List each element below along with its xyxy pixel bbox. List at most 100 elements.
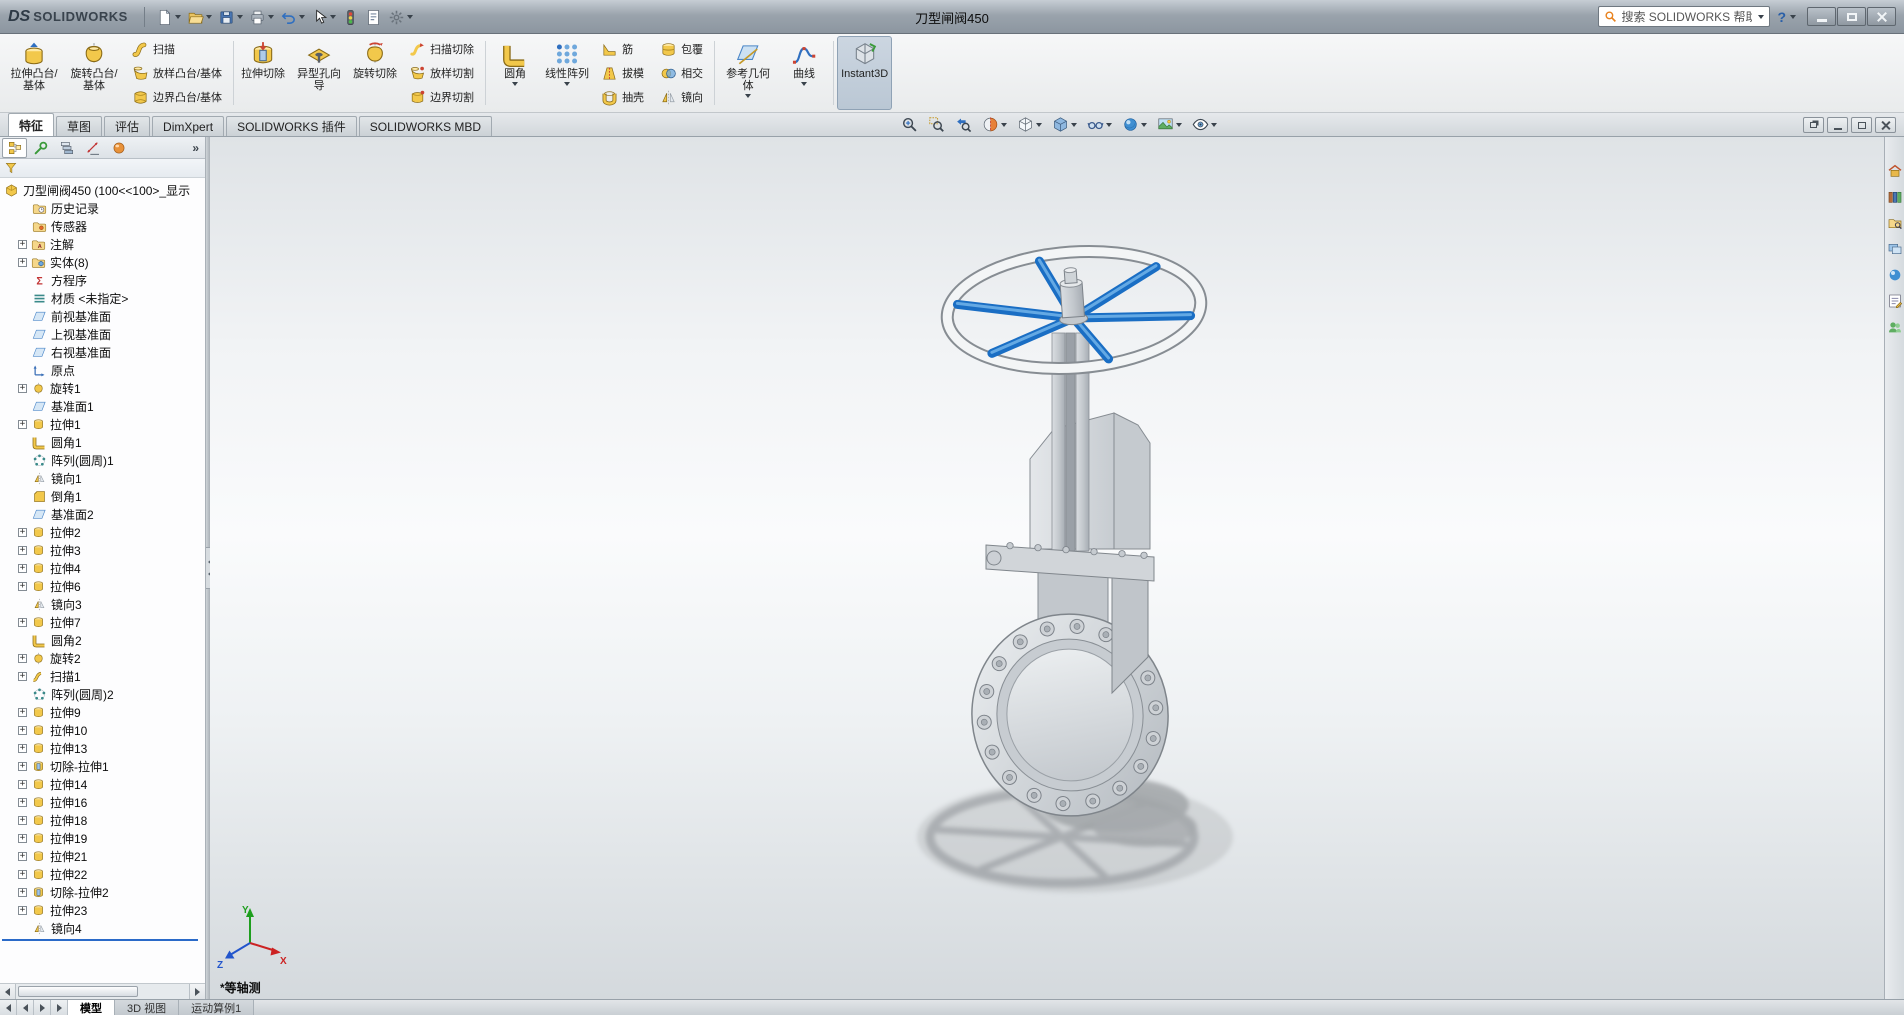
panel-overflow-chevron[interactable]: » <box>192 141 203 155</box>
tree-horizontal-scrollbar[interactable] <box>0 983 205 999</box>
tree-item[interactable]: 右视基准面 <box>0 343 205 361</box>
tree-item[interactable]: +拉伸1 <box>0 415 205 433</box>
expand-icon[interactable]: + <box>18 258 27 267</box>
rebuild-button[interactable] <box>339 5 362 29</box>
revolved-boss-button[interactable]: 旋转凸台/基体 <box>64 36 124 110</box>
expand-icon[interactable]: + <box>18 852 27 861</box>
tree-item[interactable]: +拉伸21 <box>0 847 205 865</box>
hide-show-items-dropdown-caret[interactable] <box>1106 123 1112 127</box>
tree-item[interactable]: +拉伸9 <box>0 703 205 721</box>
open-button[interactable] <box>184 5 215 29</box>
tree-item[interactable]: +拉伸23 <box>0 901 205 919</box>
apply-scene-dropdown-caret[interactable] <box>1176 123 1182 127</box>
loft-button[interactable]: 放样凸台/基体 <box>126 61 228 85</box>
rollback-bar[interactable] <box>2 939 198 941</box>
tree-item[interactable]: +拉伸2 <box>0 523 205 541</box>
view-settings-button[interactable] <box>1188 114 1221 135</box>
graphics-viewport[interactable]: Y X Z *等轴测 <box>210 137 1884 999</box>
property-manager-tab[interactable] <box>28 138 53 158</box>
expand-icon[interactable]: + <box>18 654 27 663</box>
file-explorer-button[interactable] <box>1887 215 1903 231</box>
feature-manager-tab[interactable] <box>2 138 27 158</box>
new-document-dropdown-caret[interactable] <box>175 15 181 19</box>
tree-item[interactable]: +拉伸18 <box>0 811 205 829</box>
tab-scroll-prev-button[interactable] <box>17 1000 34 1015</box>
edit-appearance-button[interactable] <box>1118 114 1151 135</box>
expand-icon[interactable]: + <box>18 672 27 681</box>
reference-geometry-dropdown-caret[interactable] <box>745 94 751 98</box>
tree-item[interactable]: +切除-拉伸1 <box>0 757 205 775</box>
expand-icon[interactable]: + <box>18 240 27 249</box>
expand-icon[interactable]: + <box>18 384 27 393</box>
search-scope-caret[interactable] <box>1758 15 1764 19</box>
fillet-button[interactable]: 圆角 <box>489 36 541 110</box>
zoom-to-area-button[interactable] <box>924 114 949 135</box>
section-view-dropdown-caret[interactable] <box>1001 123 1007 127</box>
expand-icon[interactable]: + <box>18 870 27 879</box>
expand-icon[interactable]: + <box>18 708 27 717</box>
tree-item[interactable]: 镜向4 <box>0 919 205 937</box>
tree-item[interactable]: +旋转1 <box>0 379 205 397</box>
tree-item[interactable]: 原点 <box>0 361 205 379</box>
save-dropdown-caret[interactable] <box>237 15 243 19</box>
tree-item[interactable]: +拉伸16 <box>0 793 205 811</box>
minimize-button[interactable] <box>1807 7 1836 26</box>
help-button[interactable]: ? <box>1777 9 1796 25</box>
tree-item[interactable]: 阵列(圆周)1 <box>0 451 205 469</box>
previous-view-button[interactable] <box>951 114 976 135</box>
tree-item[interactable]: +拉伸14 <box>0 775 205 793</box>
view-orientation-dropdown-caret[interactable] <box>1036 123 1042 127</box>
wrap-button[interactable]: 包覆 <box>654 37 709 61</box>
scroll-thumb[interactable] <box>18 986 138 997</box>
tree-item[interactable]: 镜向1 <box>0 469 205 487</box>
draft-button[interactable]: 拔模 <box>595 61 650 85</box>
tree-item[interactable]: +拉伸3 <box>0 541 205 559</box>
expand-icon[interactable]: + <box>18 582 27 591</box>
extruded-boss-button[interactable]: 拉伸凸台/基体 <box>4 36 64 110</box>
options-dropdown-caret[interactable] <box>407 15 413 19</box>
tree-item[interactable]: 倒角1 <box>0 487 205 505</box>
tree-item[interactable]: +拉伸10 <box>0 721 205 739</box>
expand-icon[interactable]: + <box>18 798 27 807</box>
save-button[interactable] <box>215 5 246 29</box>
scroll-left-button[interactable] <box>0 984 16 999</box>
window-maximize-button[interactable] <box>1851 117 1872 133</box>
tree-item[interactable]: 圆角2 <box>0 631 205 649</box>
help-caret[interactable] <box>1790 15 1796 19</box>
expand-icon[interactable]: + <box>18 816 27 825</box>
boundary-cut-button[interactable]: 边界切割 <box>403 85 480 109</box>
fillet-dropdown-caret[interactable] <box>512 82 518 86</box>
hole-wizard-button[interactable]: 异型孔向导 <box>289 36 349 110</box>
apply-scene-button[interactable] <box>1153 114 1186 135</box>
lofted-cut-button[interactable]: 放样切割 <box>403 61 480 85</box>
tab-features[interactable]: 特征 <box>8 113 54 136</box>
reference-geometry-button[interactable]: 参考几何体 <box>718 36 778 110</box>
tab-evaluate[interactable]: 评估 <box>104 116 150 136</box>
tree-item[interactable]: +拉伸22 <box>0 865 205 883</box>
help-search-box[interactable]: 搜索 SOLIDWORKS 帮助 <box>1598 6 1770 27</box>
instant3d-button[interactable]: Instant3D <box>837 36 892 110</box>
select-button[interactable] <box>308 5 339 29</box>
new-document-button[interactable] <box>153 5 184 29</box>
mirror-button[interactable]: 镜向 <box>654 85 709 109</box>
display-style-dropdown-caret[interactable] <box>1071 123 1077 127</box>
expand-icon[interactable]: + <box>18 762 27 771</box>
tree-item[interactable]: +A注解 <box>0 235 205 253</box>
select-dropdown-caret[interactable] <box>330 15 336 19</box>
boundary-boss-button[interactable]: 边界凸台/基体 <box>126 85 228 109</box>
expand-icon[interactable]: + <box>18 906 27 915</box>
file-properties-button[interactable] <box>362 5 385 29</box>
print-button[interactable] <box>246 5 277 29</box>
display-manager-tab[interactable] <box>106 138 131 158</box>
sweep-button[interactable]: 扫描 <box>126 37 228 61</box>
window-close-button[interactable] <box>1875 117 1896 133</box>
tree-item[interactable]: 历史记录 <box>0 199 205 217</box>
doc-tab-3d-views[interactable]: 3D 视图 <box>115 1000 179 1015</box>
window-minimize-button[interactable] <box>1827 117 1848 133</box>
view-orientation-button[interactable] <box>1013 114 1046 135</box>
undo-button[interactable] <box>277 5 308 29</box>
linear-pattern-button[interactable]: 线性阵列 <box>541 36 593 110</box>
options-button[interactable] <box>385 5 416 29</box>
tree-item[interactable]: +拉伸19 <box>0 829 205 847</box>
expand-icon[interactable]: + <box>18 618 27 627</box>
